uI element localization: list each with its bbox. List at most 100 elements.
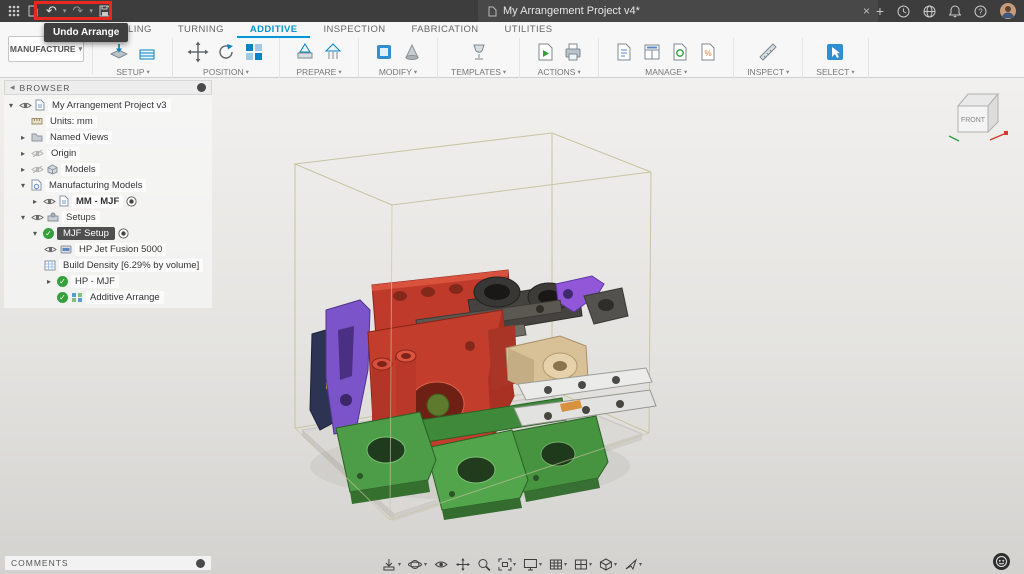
toolbar-group-label[interactable]: SETUP: [116, 67, 150, 77]
browser-header[interactable]: BROWSER: [4, 80, 212, 95]
tree-item-build-density[interactable]: Build Density [6.29% by volume]: [4, 257, 212, 273]
tree-item-units[interactable]: Units: mm: [4, 113, 212, 129]
cone-icon[interactable]: [400, 40, 424, 64]
viewports-icon[interactable]: [574, 558, 592, 571]
viewcube-front-label[interactable]: FRONT: [961, 117, 986, 124]
tab-additive[interactable]: ADDITIVE: [236, 22, 311, 38]
save-icon[interactable]: [95, 1, 115, 21]
machine-library-icon[interactable]: [668, 40, 692, 64]
tab-inspection[interactable]: INSPECTION: [310, 22, 398, 38]
tree-item-manufacturing-models[interactable]: Manufacturing Models: [4, 177, 212, 193]
expander-icon[interactable]: [18, 149, 28, 158]
toolbar-group-label[interactable]: MODIFY: [379, 67, 417, 77]
radio-active-icon[interactable]: [126, 195, 137, 207]
collapse-icon[interactable]: [10, 82, 16, 93]
supports-icon[interactable]: [321, 40, 345, 64]
tree-item-setups[interactable]: Setups: [4, 209, 212, 225]
view-cube[interactable]: FRONT: [944, 84, 1014, 148]
file-icon[interactable]: [24, 1, 42, 21]
display-settings-icon[interactable]: [523, 558, 542, 571]
tool-library-icon[interactable]: [640, 40, 664, 64]
notifications-bell-icon[interactable]: [945, 1, 965, 21]
print-icon[interactable]: [561, 40, 585, 64]
modify-form-icon[interactable]: [372, 40, 396, 64]
document-icon: [35, 99, 45, 111]
ncprogram-icon[interactable]: [612, 40, 636, 64]
eye-icon[interactable]: [19, 101, 32, 110]
toolbar-group-label[interactable]: INSPECT: [747, 67, 789, 77]
measure-icon[interactable]: [756, 40, 780, 64]
orbit-icon[interactable]: [407, 558, 427, 571]
expander-icon[interactable]: [18, 213, 28, 222]
online-status-icon[interactable]: [919, 1, 940, 21]
tree-item-mjf-setup[interactable]: MJF Setup: [4, 225, 212, 241]
new-tab-plus-icon[interactable]: [872, 1, 888, 21]
orientation-icon[interactable]: [293, 40, 317, 64]
redo-caret-icon[interactable]: [87, 7, 95, 15]
expander-icon[interactable]: [18, 165, 28, 174]
eye-icon[interactable]: [31, 213, 44, 222]
generate-icon[interactable]: [533, 40, 557, 64]
fit-icon[interactable]: [498, 558, 516, 571]
eye-off-icon[interactable]: [31, 165, 44, 174]
file-export-icon[interactable]: [382, 558, 401, 571]
tree-item-hp-mjf[interactable]: HP - MJF: [4, 273, 212, 289]
eye-off-icon[interactable]: [31, 149, 44, 158]
expander-icon[interactable]: [30, 229, 40, 238]
document-tab[interactable]: My Arrangement Project v4*: [478, 0, 878, 22]
toolbar-group-label[interactable]: ACTIONS: [538, 67, 581, 77]
toolbar-group-label[interactable]: TEMPLATES: [451, 67, 506, 77]
job-status-icon[interactable]: [893, 1, 914, 21]
pan-icon[interactable]: [455, 558, 470, 571]
tab-fabrication[interactable]: FABRICATION: [399, 22, 492, 38]
eye-icon[interactable]: [43, 197, 56, 206]
panel-toggle-icon[interactable]: [196, 558, 205, 568]
undo-caret-icon[interactable]: [61, 7, 69, 15]
arrange-icon[interactable]: [242, 40, 266, 64]
close-document-icon[interactable]: [863, 4, 870, 18]
tree-item-named-views[interactable]: Named Views: [4, 129, 212, 145]
move-icon[interactable]: [186, 40, 210, 64]
expander-icon[interactable]: [18, 181, 28, 190]
navigation-icon[interactable]: [624, 558, 642, 571]
tree-item-additive-arrange[interactable]: Additive Arrange: [4, 289, 212, 305]
expander-icon[interactable]: [44, 277, 54, 286]
tree-item-origin[interactable]: Origin: [4, 145, 212, 161]
visual-style-icon[interactable]: [599, 558, 617, 571]
toolbar-group-label[interactable]: PREPARE: [296, 67, 341, 77]
app-grid-icon[interactable]: [4, 1, 24, 21]
tree-item-printer[interactable]: HP Jet Fusion 5000: [4, 241, 212, 257]
zoom-icon[interactable]: [477, 558, 491, 571]
expander-icon[interactable]: [6, 101, 16, 110]
additive-setup-icon[interactable]: [135, 40, 159, 64]
eye-icon[interactable]: [44, 245, 57, 254]
tree-item-models[interactable]: Models: [4, 161, 212, 177]
select-icon[interactable]: [823, 40, 847, 64]
toolbar-group-label[interactable]: SELECT: [816, 67, 854, 77]
tree-item-label: MM - MJF: [72, 194, 124, 208]
toolbar-group-label[interactable]: MANAGE: [645, 67, 687, 77]
rotate-icon[interactable]: [214, 40, 238, 64]
expander-icon[interactable]: [30, 197, 40, 206]
post-library-icon[interactable]: %: [696, 40, 720, 64]
redo-icon[interactable]: [68, 1, 87, 21]
tab-utilities[interactable]: UTILITIES: [492, 22, 566, 38]
help-icon[interactable]: ?: [970, 1, 991, 21]
tree-item-project[interactable]: My Arrangement Project v3: [4, 97, 212, 113]
toolbar-group-label[interactable]: POSITION: [203, 67, 249, 77]
assistant-button[interactable]: [993, 553, 1010, 570]
grid-icon[interactable]: [549, 558, 567, 571]
panel-toggle-icon[interactable]: [197, 83, 206, 92]
new-setup-icon[interactable]: [107, 40, 131, 64]
comments-panel[interactable]: COMMENTS: [4, 555, 212, 571]
expander-icon[interactable]: [18, 133, 28, 142]
radio-active-icon[interactable]: [118, 227, 129, 239]
tree-item-mm-mjf[interactable]: MM - MJF: [4, 193, 212, 209]
template-icon[interactable]: [467, 40, 491, 64]
3d-part-purple-bracket[interactable]: [325, 299, 371, 435]
tab-turning[interactable]: TURNING: [165, 22, 237, 38]
user-avatar[interactable]: [996, 1, 1020, 21]
viewport-3d[interactable]: FRONT BROWSER My Arrangement Project v3: [0, 78, 1024, 574]
undo-icon[interactable]: [42, 1, 61, 21]
look-at-icon[interactable]: [434, 558, 449, 571]
